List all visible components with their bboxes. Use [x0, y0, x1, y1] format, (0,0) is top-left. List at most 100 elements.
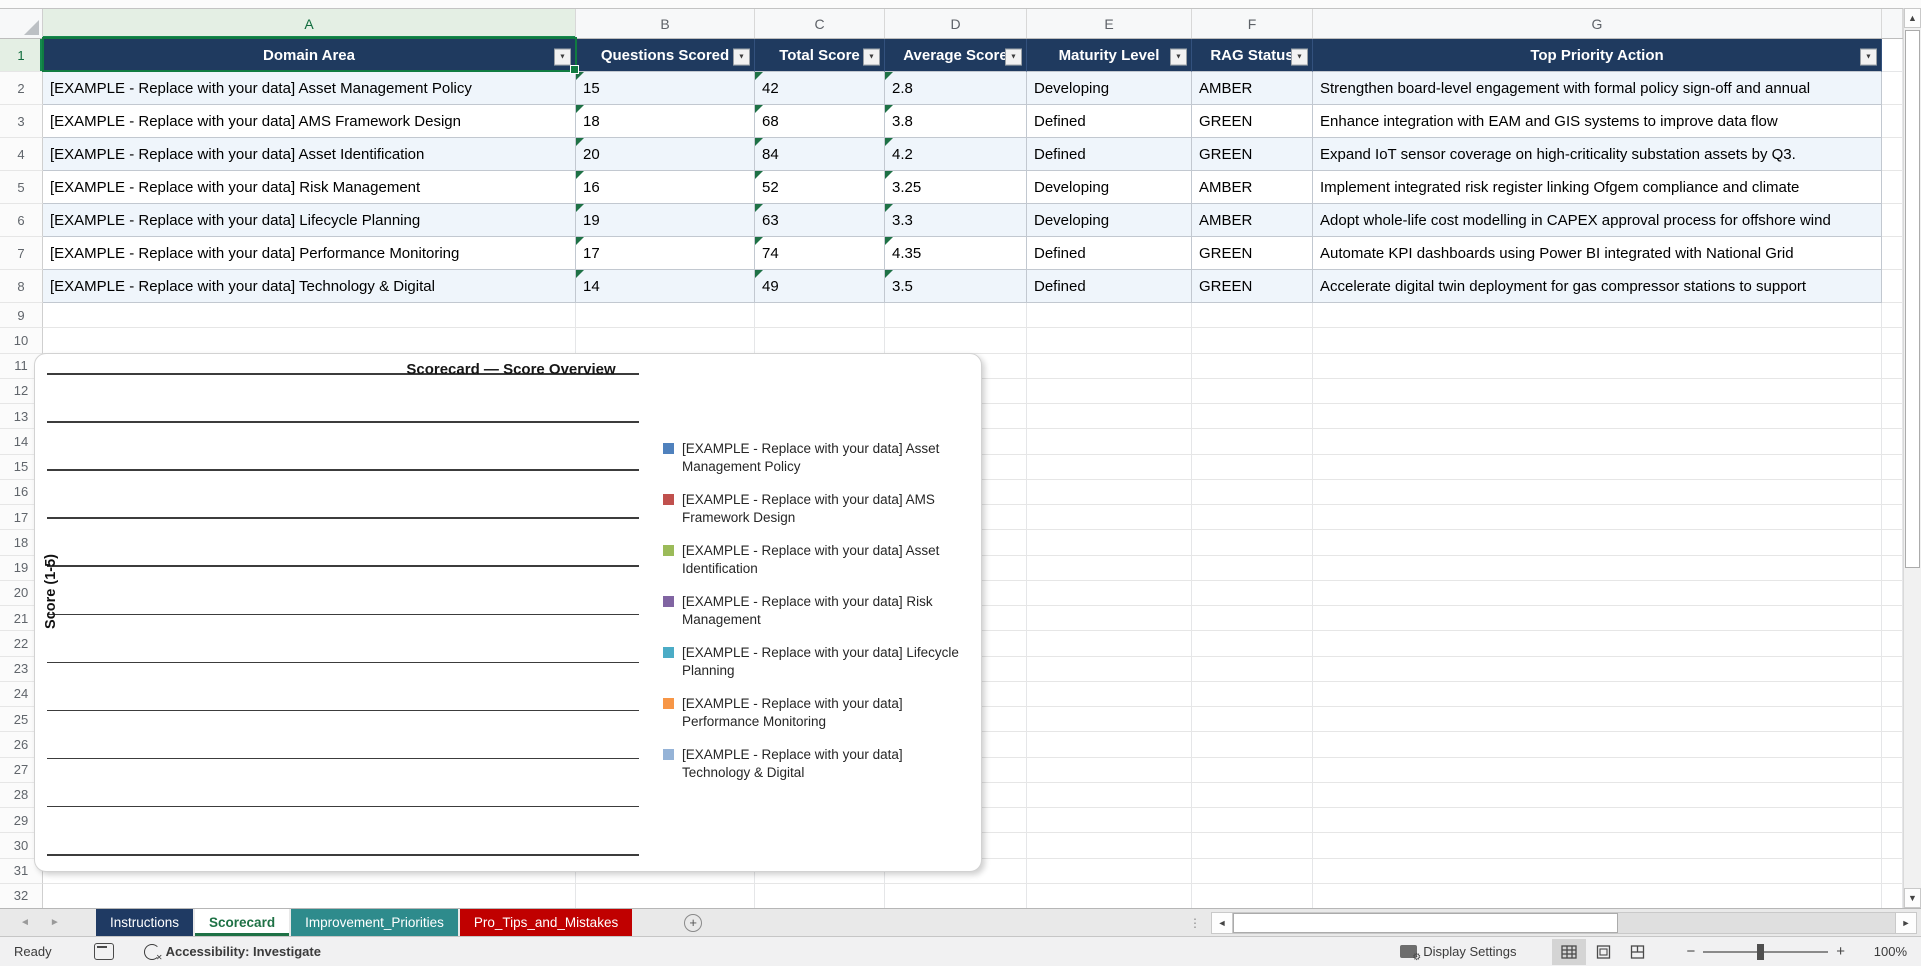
cell-questions_scored[interactable]: 19: [576, 204, 755, 237]
empty-cell[interactable]: [1882, 858, 1903, 884]
column-header-B[interactable]: B: [576, 9, 755, 38]
empty-cell[interactable]: [1313, 303, 1882, 329]
accessibility-checker[interactable]: Accessibility: Investigate: [143, 943, 321, 962]
empty-cell[interactable]: [1027, 479, 1192, 505]
empty-cell[interactable]: [1313, 883, 1882, 908]
partial-column-cell[interactable]: [1882, 270, 1903, 303]
add-sheet-button[interactable]: +: [684, 913, 703, 932]
empty-cell[interactable]: [1882, 479, 1903, 505]
empty-cell[interactable]: [1313, 555, 1882, 581]
empty-cell[interactable]: [1882, 505, 1903, 531]
header-cell-4[interactable]: Average Score ▼: [885, 39, 1027, 72]
cell-rag_status[interactable]: GREEN: [1192, 270, 1313, 303]
empty-cell[interactable]: [1192, 732, 1313, 758]
empty-cell[interactable]: [1027, 782, 1192, 808]
cell-domain_area[interactable]: [EXAMPLE - Replace with your data] Perfo…: [43, 237, 576, 270]
header-cell-2[interactable]: Questions Scored ▼: [576, 39, 755, 72]
cell-domain_area[interactable]: [EXAMPLE - Replace with your data] Risk …: [43, 171, 576, 204]
header-cell-7[interactable]: Top Priority Action ▼: [1313, 39, 1882, 72]
empty-cell[interactable]: [43, 303, 576, 329]
empty-cell[interactable]: [1027, 505, 1192, 531]
empty-cell[interactable]: [1882, 606, 1903, 632]
cell-average_score[interactable]: 3.3: [885, 204, 1027, 237]
empty-cell[interactable]: [43, 883, 576, 908]
partial-column-cell[interactable]: [1882, 171, 1903, 204]
cell-top_priority_action[interactable]: Expand IoT sensor coverage on high-criti…: [1313, 138, 1882, 171]
empty-cell[interactable]: [1882, 681, 1903, 707]
empty-cell[interactable]: [1192, 782, 1313, 808]
horizontal-scrollbar-track[interactable]: [1233, 911, 1895, 934]
empty-cell[interactable]: [1882, 808, 1903, 834]
empty-cell[interactable]: [576, 303, 755, 329]
cell-questions_scored[interactable]: 18: [576, 105, 755, 138]
empty-cell[interactable]: [1882, 454, 1903, 480]
tab-next-icon[interactable]: ►: [50, 917, 60, 928]
cell-total_score[interactable]: 68: [755, 105, 885, 138]
empty-cell[interactable]: [1313, 606, 1882, 632]
empty-cell[interactable]: [1313, 580, 1882, 606]
scroll-left-icon[interactable]: ◄: [1211, 911, 1233, 934]
empty-cell[interactable]: [1192, 883, 1313, 908]
empty-cell[interactable]: [1882, 530, 1903, 556]
empty-cell[interactable]: [1192, 808, 1313, 834]
empty-cell[interactable]: [1027, 429, 1192, 455]
more-options-icon[interactable]: ⋮: [1189, 916, 1201, 930]
empty-cell[interactable]: [1882, 580, 1903, 606]
empty-cell[interactable]: [1313, 732, 1882, 758]
empty-cell[interactable]: [1313, 454, 1882, 480]
empty-cell[interactable]: [1192, 707, 1313, 733]
empty-cell[interactable]: [1027, 858, 1192, 884]
empty-cell[interactable]: [1192, 303, 1313, 329]
empty-cell[interactable]: [885, 883, 1027, 908]
cell-top_priority_action[interactable]: Enhance integration with EAM and GIS sys…: [1313, 105, 1882, 138]
cell-questions_scored[interactable]: 20: [576, 138, 755, 171]
empty-cell[interactable]: [1027, 606, 1192, 632]
empty-cell[interactable]: [576, 883, 755, 908]
empty-cell[interactable]: [1192, 378, 1313, 404]
empty-cell[interactable]: [1882, 378, 1903, 404]
empty-cell[interactable]: [755, 328, 885, 354]
filter-dropdown-icon[interactable]: ▼: [554, 48, 571, 66]
cell-average_score[interactable]: 4.35: [885, 237, 1027, 270]
cell-top_priority_action[interactable]: Accelerate digital twin deployment for g…: [1313, 270, 1882, 303]
filter-dropdown-icon[interactable]: ▼: [733, 48, 750, 66]
empty-cell[interactable]: [1882, 328, 1903, 354]
empty-cell[interactable]: [1313, 858, 1882, 884]
empty-cell[interactable]: [1882, 303, 1903, 329]
scroll-up-icon[interactable]: ▲: [1904, 8, 1921, 28]
cell-rag_status[interactable]: AMBER: [1192, 72, 1313, 105]
header-cell-1[interactable]: Domain Area ▼: [43, 39, 576, 72]
empty-cell[interactable]: [1192, 555, 1313, 581]
partial-column-cell[interactable]: [1882, 138, 1903, 171]
cell-rag_status[interactable]: AMBER: [1192, 171, 1313, 204]
column-header-G[interactable]: G: [1313, 9, 1882, 38]
partial-column-cell[interactable]: [1882, 105, 1903, 138]
empty-cell[interactable]: [1027, 631, 1192, 657]
tab-improvement_priorities[interactable]: Improvement_Priorities: [291, 909, 458, 936]
cell-average_score[interactable]: 3.5: [885, 270, 1027, 303]
empty-cell[interactable]: [1027, 303, 1192, 329]
tab-scorecard[interactable]: Scorecard: [195, 909, 290, 936]
cell-rag_status[interactable]: GREEN: [1192, 237, 1313, 270]
empty-cell[interactable]: [1882, 656, 1903, 682]
empty-cell[interactable]: [1192, 631, 1313, 657]
empty-cell[interactable]: [1192, 833, 1313, 859]
empty-cell[interactable]: [1313, 757, 1882, 783]
page-layout-view-button[interactable]: [1586, 939, 1620, 965]
empty-cell[interactable]: [1882, 782, 1903, 808]
empty-cell[interactable]: [1313, 631, 1882, 657]
cell-maturity_level[interactable]: Developing: [1027, 204, 1192, 237]
empty-cell[interactable]: [1882, 429, 1903, 455]
row-number-3[interactable]: 3: [0, 105, 43, 138]
empty-cell[interactable]: [1027, 404, 1192, 430]
empty-cell[interactable]: [1192, 479, 1313, 505]
empty-cell[interactable]: [1882, 707, 1903, 733]
column-header-C[interactable]: C: [755, 9, 885, 38]
macro-record-icon[interactable]: [93, 943, 114, 960]
empty-cell[interactable]: [1313, 530, 1882, 556]
cell-domain_area[interactable]: [EXAMPLE - Replace with your data] Asset…: [43, 138, 576, 171]
empty-cell[interactable]: [1313, 681, 1882, 707]
column-header-F[interactable]: F: [1192, 9, 1313, 38]
partial-column-cell[interactable]: [1882, 72, 1903, 105]
empty-cell[interactable]: [1313, 429, 1882, 455]
